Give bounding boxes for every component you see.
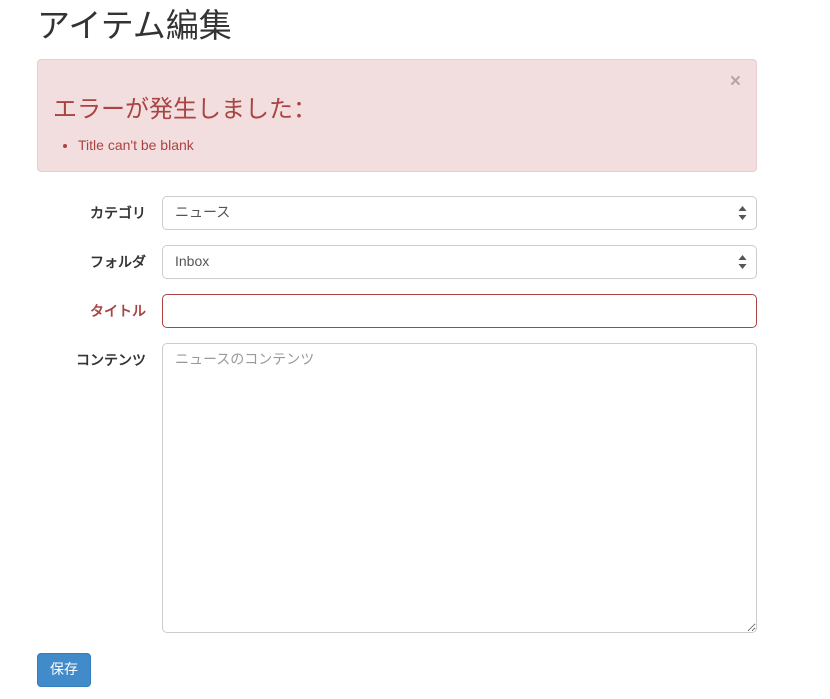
content-textarea[interactable] (162, 343, 757, 633)
page-title: アイテム編集 (37, 8, 757, 44)
title-field-row: タイトル (37, 294, 757, 328)
error-alert-heading: エラーが発生しました： (53, 95, 741, 125)
save-button[interactable]: 保存 (37, 653, 91, 687)
category-control: ニュース (162, 196, 757, 230)
folder-label: フォルダ (37, 245, 146, 273)
item-edit-page: アイテム編集 × エラーが発生しました： Title can't be blan… (37, 8, 757, 687)
content-label: コンテンツ (37, 343, 146, 371)
title-label: タイトル (37, 294, 146, 322)
title-control (162, 294, 757, 328)
content-field-row: コンテンツ (37, 343, 757, 633)
category-label: カテゴリ (37, 196, 146, 224)
item-edit-form: カテゴリ ニュース フォルダ Inbox タイト (37, 196, 757, 687)
error-list: Title can't be blank (53, 135, 741, 156)
category-field-row: カテゴリ ニュース (37, 196, 757, 230)
folder-control: Inbox (162, 245, 757, 279)
folder-select[interactable]: Inbox (162, 245, 757, 279)
title-input[interactable] (162, 294, 757, 328)
error-list-item: Title can't be blank (78, 135, 741, 156)
folder-field-row: フォルダ Inbox (37, 245, 757, 279)
close-icon[interactable]: × (730, 72, 741, 91)
content-control (162, 343, 757, 633)
error-alert: × エラーが発生しました： Title can't be blank (37, 59, 757, 172)
category-select[interactable]: ニュース (162, 196, 757, 230)
